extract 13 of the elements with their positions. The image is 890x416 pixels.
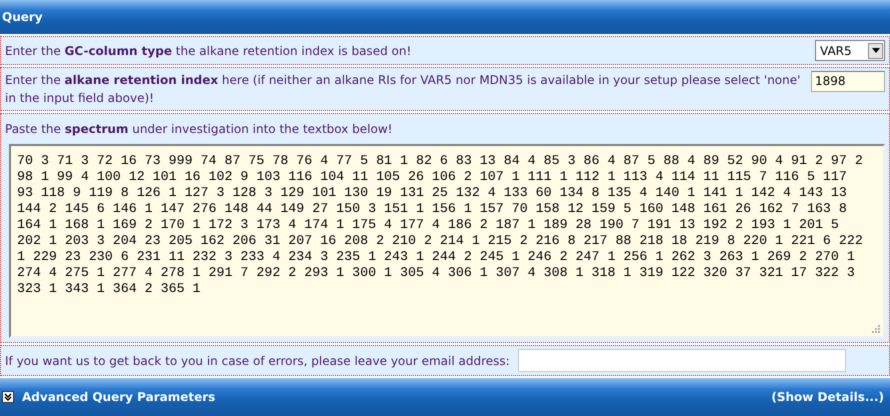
spectrum-textarea[interactable]: 70 3 71 3 72 16 73 999 74 87 75 78 76 4 77 5 81 1 82 6 83 13 84 4 85 3 86 4 87 5 88 4 89 52 90 4 91 2 97 2 98 1 99 4 100 12 101 16 102 9 103 116 104 11 105 26 106 2 107 1 111 1 112 1 113 4 114 11 115 7 116 5 117 93 118 9 119 8 126 1 127 3 128 3 129 101 130 19 131 25 132 4 133 60 134 8 135 4 140 1 141 1 142 4 143 13 144 2 145 6 146 1 147 276 148 44 149 27 150 3 151 1 156 1 157 70 158 12 159 5 160 148 161 26 162 7 163 8 164 1 168 1 169 2 170 1 172 3 173 4 174 1 175 4 177 4 186 2 187 1 189 28 190 7 191 13 192 2 193 1 201 5 202 1 203 3 204 23 205 162 206 31 207 16 208 2 210 2 214 1 215 2 216 8 217 88 218 18 219 8 220 1 221 6 222 1 229 23 230 6 231 11 232 3 233 4 234 3 235 1 243 1 244 2 245 1 246 2 247 1 256 1 262 3 263 1 269 2 270 1 274 4 275 1 277 4 278 1 291 7 292 2 293 1 300 1 305 4 306 1 307 4 308 1 318 1 319 122 320 37 321 17 322 3 323 1 343 1 364 2 365 1 xyxy=(9,144,885,338)
retention-index-label: Enter the alkane retention index here (if neither an alkane RIs for VAR5 nor MDN35 is available in your setup please select 'none' in the input field above)! xyxy=(5,72,802,107)
column-type-select[interactable]: VAR5 xyxy=(815,40,885,61)
show-details-link[interactable]: (Show Details...) xyxy=(771,390,884,404)
retention-index-field[interactable]: 1898 xyxy=(811,71,885,92)
spectrum-label: Paste the spectrum under investigation into the textbox below! xyxy=(5,121,394,138)
email-label: If you want us to get back to you in case of errors, please leave your email address: xyxy=(5,352,510,370)
expand-toggle-icon[interactable] xyxy=(2,391,14,403)
resize-grip-icon[interactable] xyxy=(870,323,880,333)
header-title: Query xyxy=(2,10,43,24)
advanced-parameters-title: Advanced Query Parameters xyxy=(22,390,216,404)
column-type-label: Enter the GC-column type the alkane retention index is based on! xyxy=(5,42,412,60)
email-field[interactable] xyxy=(518,349,846,372)
